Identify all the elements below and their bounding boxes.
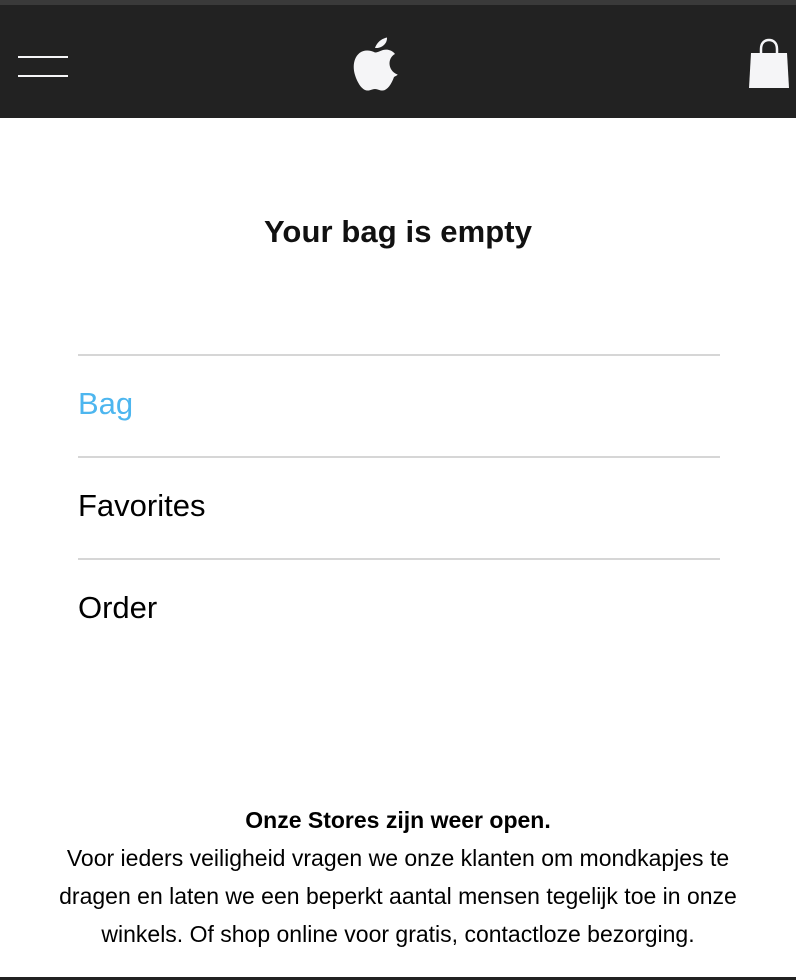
store-notice: Onze Stores zijn weer open. Voor ieders … bbox=[30, 801, 766, 953]
bag-links: Bag Favorites Order bbox=[78, 354, 720, 660]
bag-empty-message: Your bag is empty bbox=[263, 214, 533, 249]
link-bag[interactable]: Bag bbox=[78, 354, 720, 456]
global-nav bbox=[0, 5, 796, 118]
menu-bar-top bbox=[18, 56, 68, 58]
notice-body: Voor ieders veiligheid vragen we onze kl… bbox=[59, 845, 737, 947]
menu-bar-bottom bbox=[18, 75, 68, 77]
notice-title: Onze Stores zijn weer open. bbox=[245, 807, 551, 833]
shopping-bag-icon[interactable] bbox=[748, 38, 790, 90]
link-order[interactable]: Order bbox=[78, 558, 720, 660]
page: Your bag is empty Bag Favorites Order On… bbox=[0, 0, 796, 980]
hamburger-menu-icon[interactable] bbox=[18, 53, 68, 79]
link-favorites[interactable]: Favorites bbox=[78, 456, 720, 558]
apple-logo-icon[interactable] bbox=[352, 37, 398, 91]
